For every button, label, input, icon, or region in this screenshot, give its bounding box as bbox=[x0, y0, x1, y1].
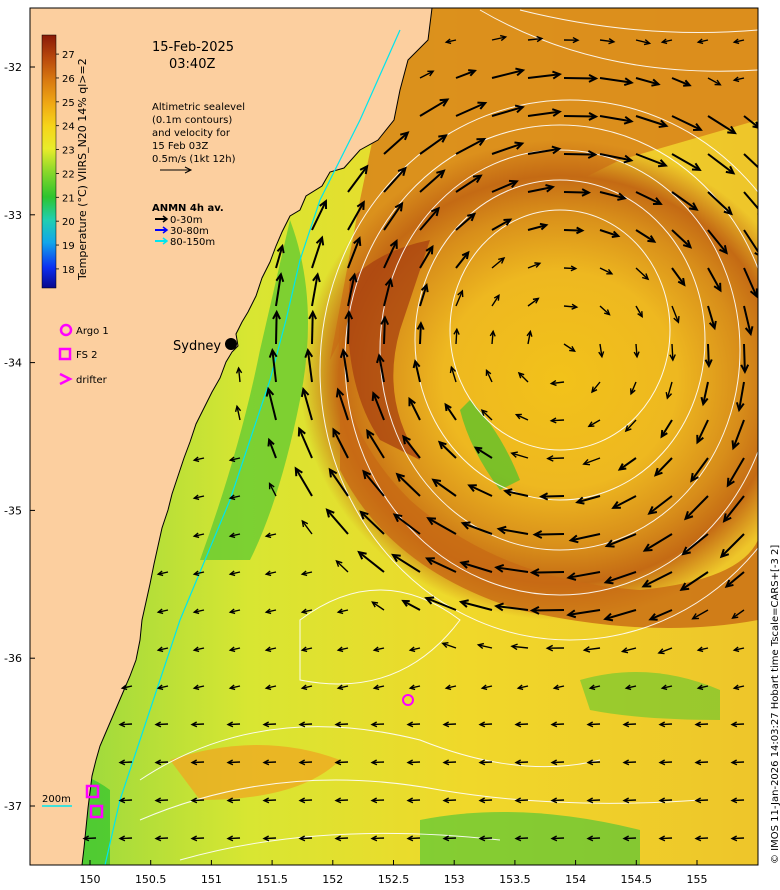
sst-map: Sydney 200m 27 26 25 24 23 22 21 20 19 18 Tempera… bbox=[4, 7, 780, 886]
colorbar-tick-label: 19 bbox=[62, 241, 75, 252]
argo-legend-label: Argo 1 bbox=[76, 326, 109, 337]
time-label: 03:40Z bbox=[169, 57, 215, 72]
altimetry-line: 0.5m/s (1kt 12h) bbox=[152, 154, 236, 165]
x-tick-label: 150.5 bbox=[135, 873, 167, 886]
plot-area: Sydney 200m bbox=[30, 8, 758, 865]
colorbar-label: Temperature (°C) VIIRS_N20 14% ql>=2 bbox=[76, 58, 89, 281]
drifter-legend-label: drifter bbox=[76, 375, 108, 386]
x-tick-label: 152.5 bbox=[378, 873, 410, 886]
date-label: 15-Feb-2025 bbox=[152, 40, 234, 55]
colorbar-tick-label: 25 bbox=[62, 98, 75, 109]
y-tick-label: -33 bbox=[4, 209, 22, 222]
credit-text: © IMOS 11-Jan-2026 14:03:27 Hobart time … bbox=[770, 545, 780, 864]
anmn-legend-title: ANMN 4h av. bbox=[152, 203, 224, 214]
fs-legend-label: FS 2 bbox=[76, 350, 97, 361]
colorbar-tick-label: 22 bbox=[62, 169, 75, 180]
colorbar bbox=[41, 34, 57, 289]
colorbar-tick-label: 24 bbox=[62, 122, 75, 133]
colorbar-tick-label: 26 bbox=[62, 74, 75, 85]
x-tick-label: 153 bbox=[444, 873, 465, 886]
altimetry-line: Altimetric sealevel bbox=[152, 102, 245, 113]
x-tick-label: 152 bbox=[322, 873, 343, 886]
x-tick-label: 154 bbox=[565, 873, 586, 886]
colorbar-tick-label: 18 bbox=[62, 265, 75, 276]
x-tick-label: 151 bbox=[201, 873, 222, 886]
x-tick-label: 150 bbox=[80, 873, 101, 886]
colorbar-tick-label: 20 bbox=[62, 217, 75, 228]
colorbar-tick-label: 27 bbox=[62, 50, 75, 61]
isobath-label: 200m bbox=[42, 794, 71, 805]
altimetry-line: and velocity for bbox=[152, 128, 231, 139]
sydney-marker bbox=[225, 338, 237, 350]
x-tick-label: 155 bbox=[687, 873, 708, 886]
x-tick-label: 154.5 bbox=[621, 873, 653, 886]
altimetry-line: 15 Feb 03Z bbox=[152, 141, 209, 152]
y-tick-label: -34 bbox=[4, 357, 22, 370]
y-tick-label: -32 bbox=[4, 61, 22, 74]
colorbar-tick-label: 23 bbox=[62, 146, 75, 157]
anmn-legend-label: 0-30m bbox=[170, 215, 202, 226]
y-tick-label: -36 bbox=[4, 652, 22, 665]
x-tick-label: 151.5 bbox=[256, 873, 288, 886]
colorbar-tick-label: 21 bbox=[62, 193, 75, 204]
y-tick-label: -35 bbox=[4, 504, 22, 517]
sydney-label: Sydney bbox=[173, 339, 221, 354]
anmn-legend-label: 30-80m bbox=[170, 226, 209, 237]
altimetry-line: (0.1m contours) bbox=[152, 115, 232, 126]
anmn-legend-label: 80-150m bbox=[170, 237, 215, 248]
x-tick-label: 153.5 bbox=[499, 873, 531, 886]
y-tick-label: -37 bbox=[4, 800, 22, 813]
